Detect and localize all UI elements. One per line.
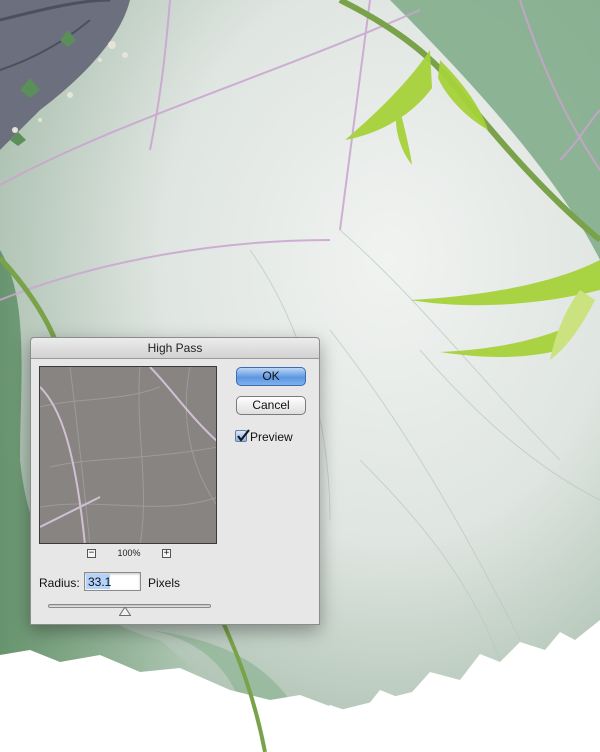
plus-icon: + <box>163 548 170 558</box>
zoom-level: 100% <box>117 548 141 558</box>
radius-label: Radius: <box>39 576 80 590</box>
preview-label: Preview <box>250 430 293 444</box>
checkmark-icon <box>237 429 250 442</box>
preview-checkbox[interactable] <box>235 429 250 442</box>
preview-image <box>40 367 216 543</box>
filter-preview[interactable] <box>39 366 217 544</box>
high-pass-dialog: High Pass − 100% + OK Cancel Preview Rad… <box>30 337 320 625</box>
dialog-title[interactable]: High Pass <box>31 338 319 359</box>
zoom-in-button[interactable]: + <box>162 549 171 558</box>
triangle-up-icon[interactable] <box>118 607 131 616</box>
cancel-button[interactable]: Cancel <box>236 396 306 415</box>
units-label: Pixels <box>148 576 181 590</box>
minus-icon: − <box>88 548 95 558</box>
radius-input[interactable] <box>84 572 141 591</box>
zoom-out-button[interactable]: − <box>87 549 96 558</box>
ok-button[interactable]: OK <box>236 367 306 386</box>
